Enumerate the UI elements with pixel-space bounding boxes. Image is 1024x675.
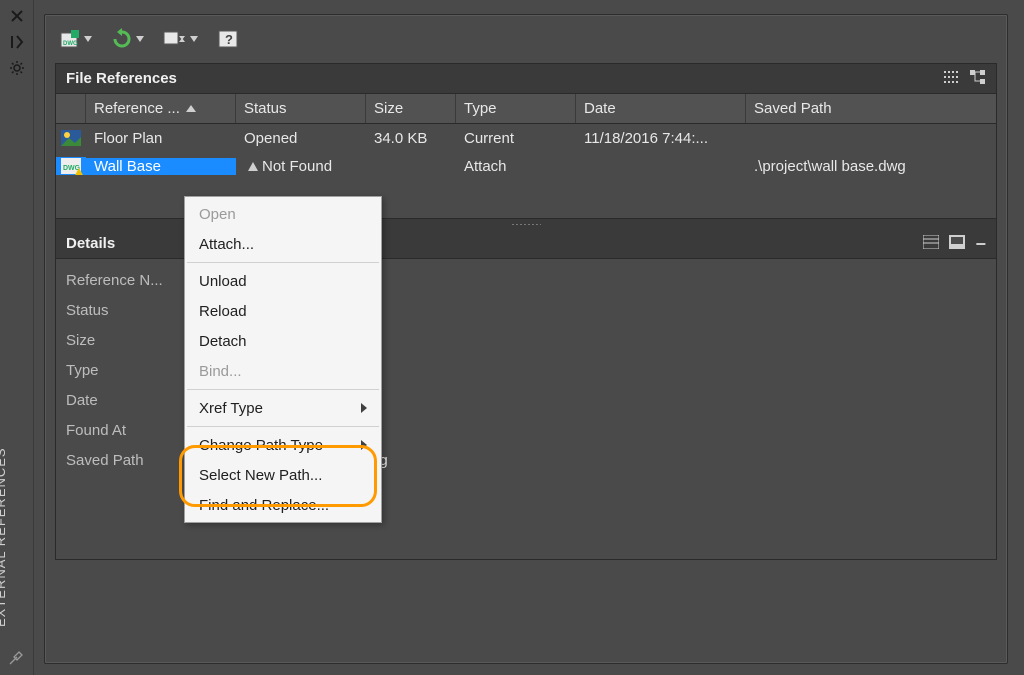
- warning-icon: [248, 162, 258, 171]
- details-list-icon[interactable]: [923, 235, 939, 253]
- collapse-icon[interactable]: −: [975, 239, 986, 249]
- cell-saved-path: .\project\wall base.dwg: [746, 158, 996, 175]
- dropdown-arrow-icon[interactable]: [189, 34, 199, 44]
- svg-text:?: ?: [225, 32, 233, 47]
- auto-hide-icon[interactable]: [7, 32, 27, 52]
- menu-item-open[interactable]: Open: [185, 199, 381, 229]
- grip-icon: [511, 223, 541, 226]
- help-button[interactable]: ?: [215, 25, 241, 53]
- column-header-type[interactable]: Type: [456, 94, 576, 123]
- svg-text:DWG: DWG: [63, 165, 81, 172]
- cell-date: 11/18/2016 7:44:...: [576, 130, 746, 147]
- menu-item-find-replace[interactable]: Find and Replace...: [185, 490, 381, 520]
- column-header-saved-path[interactable]: Saved Path: [746, 94, 996, 123]
- preview-icon[interactable]: [949, 235, 965, 253]
- cell-reference-name: Floor Plan: [86, 130, 236, 147]
- change-path-button[interactable]: [161, 25, 201, 53]
- palette-title: EXTERNAL REFERENCES: [0, 447, 8, 627]
- section-title: Details: [66, 235, 115, 252]
- menu-item-change-path-type[interactable]: Change Path Type: [185, 430, 381, 460]
- tree-view-icon[interactable]: [970, 70, 986, 88]
- palette-rail: EXTERNAL REFERENCES: [0, 0, 34, 675]
- dock-icon[interactable]: [7, 647, 27, 667]
- menu-item-unload[interactable]: Unload: [185, 266, 381, 296]
- file-references-header: File References: [56, 64, 996, 94]
- refresh-button[interactable]: [109, 25, 147, 53]
- menu-separator: [187, 262, 379, 263]
- cell-type: Attach: [456, 158, 576, 175]
- sort-ascending-icon: [186, 105, 196, 112]
- close-icon[interactable]: [7, 6, 27, 26]
- menu-item-attach[interactable]: Attach...: [185, 229, 381, 259]
- chevron-right-icon: [361, 403, 367, 413]
- cell-reference-name: Wall Base: [86, 158, 236, 175]
- table-row[interactable]: Floor Plan Opened 34.0 KB Current 11/18/…: [56, 124, 996, 152]
- cell-type: Current: [456, 130, 576, 147]
- image-file-icon: [60, 129, 82, 147]
- table-row[interactable]: DWG Wall Base Not Found Attach .\project…: [56, 152, 996, 180]
- menu-item-select-new-path[interactable]: Select New Path...: [185, 460, 381, 490]
- column-header-icon[interactable]: [56, 94, 86, 123]
- menu-item-xref-type[interactable]: Xref Type: [185, 393, 381, 423]
- menu-item-bind[interactable]: Bind...: [185, 356, 381, 386]
- list-view-icon[interactable]: [944, 70, 960, 88]
- column-header-date[interactable]: Date: [576, 94, 746, 123]
- cell-status: Not Found: [236, 158, 366, 175]
- menu-separator: [187, 426, 379, 427]
- properties-gear-icon[interactable]: [7, 58, 27, 78]
- svg-text:DWG: DWG: [63, 41, 78, 47]
- column-header-status[interactable]: Status: [236, 94, 366, 123]
- dropdown-arrow-icon[interactable]: [135, 34, 145, 44]
- dropdown-arrow-icon[interactable]: [83, 34, 93, 44]
- menu-separator: [187, 389, 379, 390]
- cell-size: 34.0 KB: [366, 130, 456, 147]
- chevron-right-icon: [361, 440, 367, 450]
- menu-item-detach[interactable]: Detach: [185, 326, 381, 356]
- toolbar: DWG: [45, 15, 1007, 63]
- column-header-reference[interactable]: Reference ...: [86, 94, 236, 123]
- menu-item-reload[interactable]: Reload: [185, 296, 381, 326]
- column-header-size[interactable]: Size: [366, 94, 456, 123]
- cell-status: Opened: [236, 130, 366, 147]
- attach-dwg-button[interactable]: DWG: [57, 25, 95, 53]
- grid-column-headers: Reference ... Status Size Type Date Save…: [56, 94, 996, 124]
- context-menu: Open Attach... Unload Reload Detach Bind…: [184, 196, 382, 523]
- section-title: File References: [66, 70, 177, 87]
- dwg-file-warning-icon: DWG: [60, 157, 82, 175]
